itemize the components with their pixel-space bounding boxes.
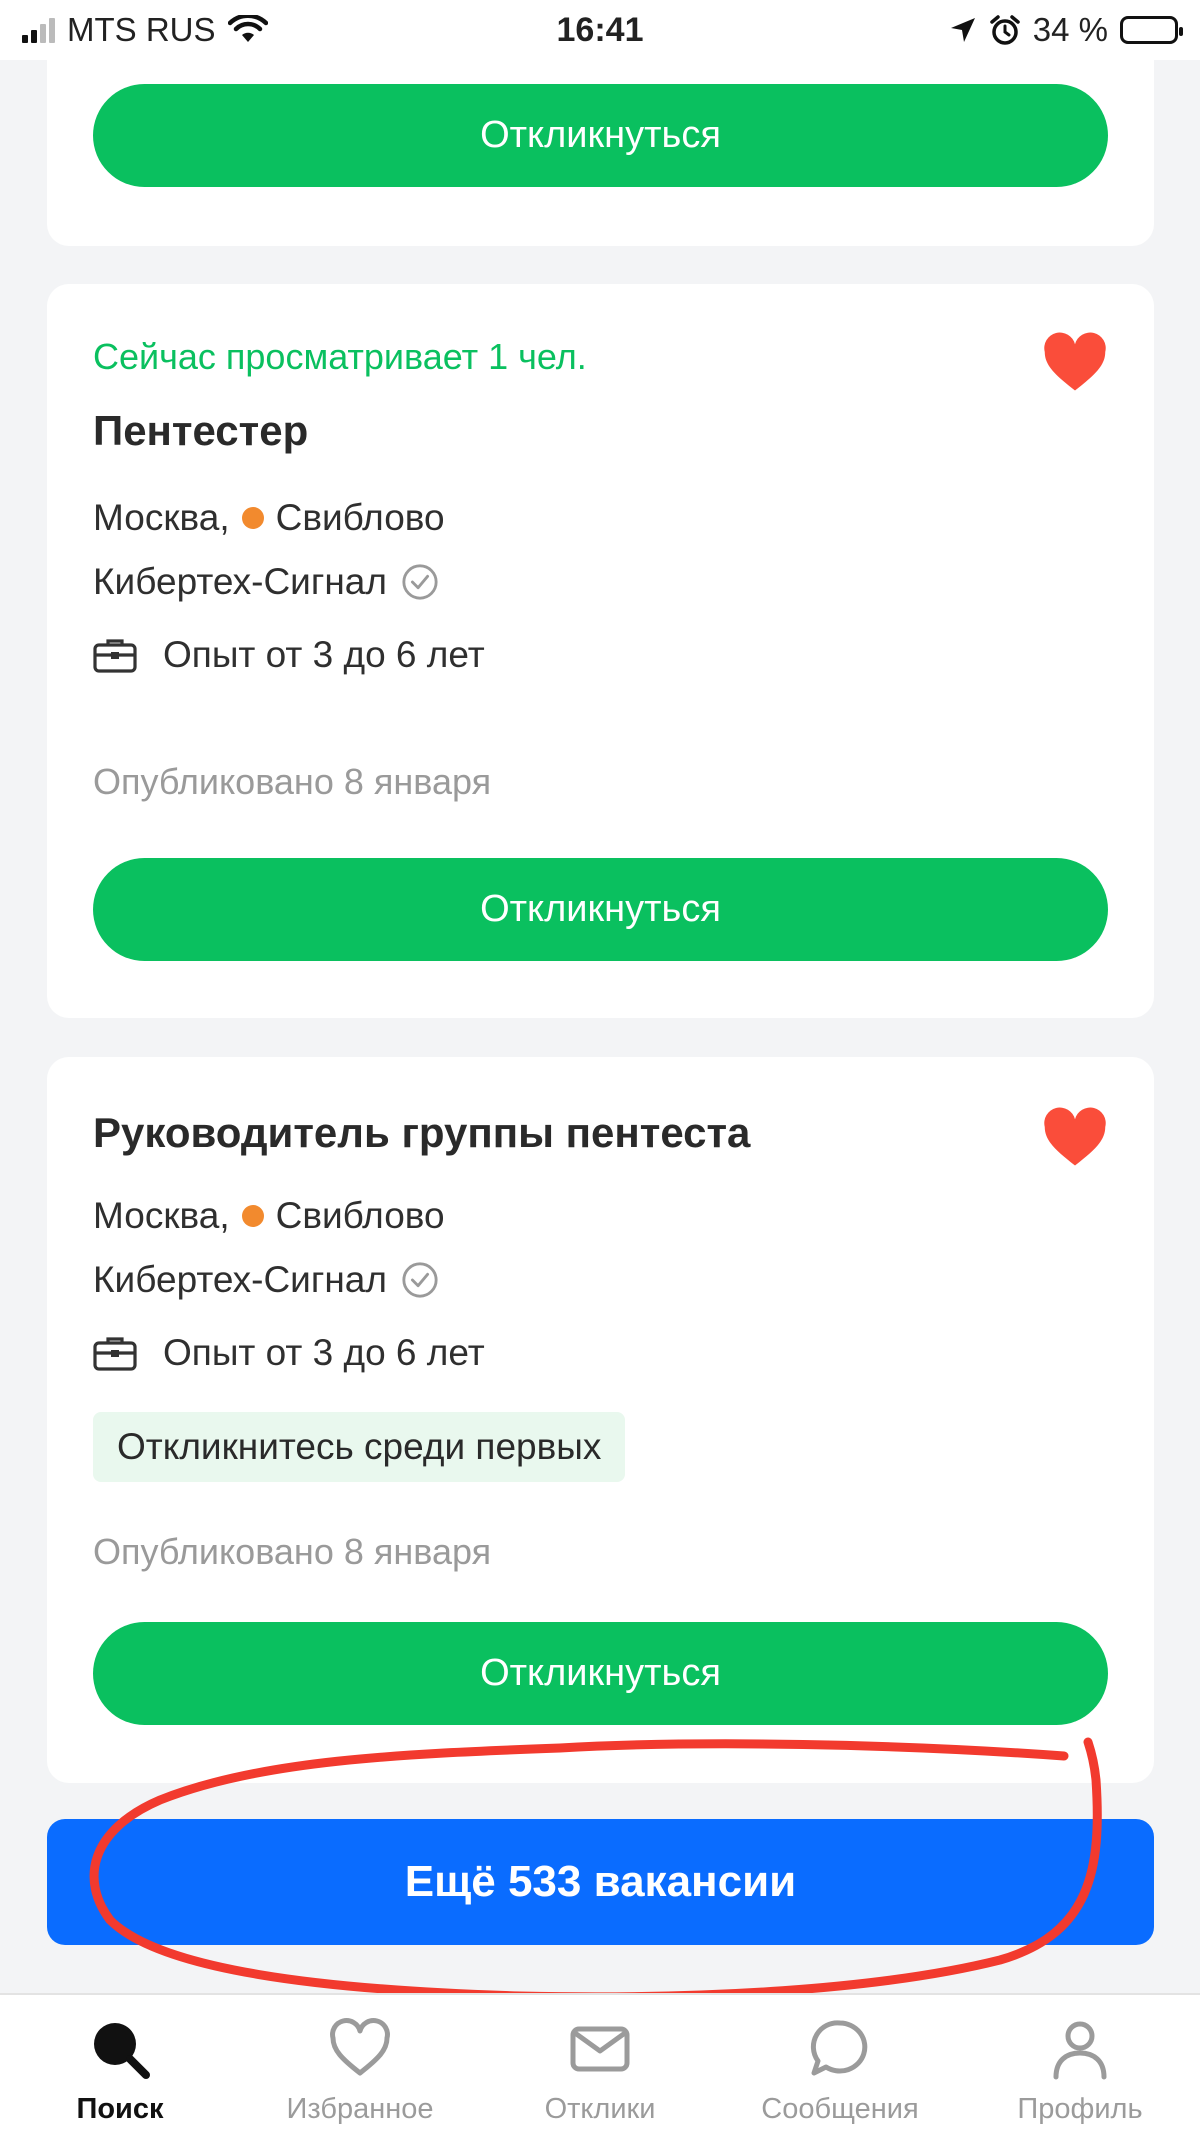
metro-station: Свиблово <box>275 497 445 538</box>
job-title[interactable]: Пентестер <box>93 407 308 455</box>
viewing-now-label: Сейчас просматривает 1 чел. <box>93 336 587 377</box>
favorite-heart-icon[interactable] <box>1042 1107 1108 1169</box>
metro-station: Свиблово <box>275 1195 445 1236</box>
tab-label: Поиск <box>76 2093 164 2125</box>
search-icon <box>94 2023 150 2079</box>
vacancy-card[interactable]: Сейчас просматривает 1 чел. Пентестер Мо… <box>47 284 1154 1018</box>
cellular-signal-icon <box>22 17 55 43</box>
experience-text: Опыт от 3 до 6 лет <box>163 634 485 675</box>
carrier-name: MTS RUS <box>67 11 216 48</box>
briefcase-icon <box>93 639 137 673</box>
bottom-tab-bar: Поиск Избранное Отклики Сообщения Профил… <box>0 1993 1200 2133</box>
tab-label: Сообщения <box>761 2093 919 2125</box>
location-line: Москва, Свиблово <box>93 1195 445 1237</box>
tab-label: Отклики <box>544 2093 656 2125</box>
city: Москва, <box>93 1195 230 1236</box>
location-arrow-icon <box>950 18 975 42</box>
experience-text: Опыт от 3 до 6 лет <box>163 1332 485 1373</box>
status-right: 34 % <box>949 11 1183 49</box>
metro-line-dot-icon <box>241 507 264 529</box>
tab-profile[interactable]: Профиль <box>970 1995 1190 2133</box>
tab-label: Избранное <box>286 2093 434 2125</box>
tab-responses[interactable]: Отклики <box>490 1995 710 2133</box>
published-date: Опубликовано 8 января <box>93 761 492 802</box>
vacancy-card[interactable]: Руководитель группы пентеста Москва, Сви… <box>47 1057 1154 1783</box>
tab-search[interactable]: Поиск <box>10 1995 230 2133</box>
status-left: MTS RUS <box>22 11 268 49</box>
published-date: Опубликовано 8 января <box>93 1531 492 1572</box>
briefcase-icon <box>93 1337 137 1371</box>
tab-favorites[interactable]: Избранное <box>250 1995 470 2133</box>
more-vacancies-button[interactable]: Ещё 533 вакансии <box>47 1819 1154 1945</box>
respond-button[interactable]: Откликнуться <box>93 858 1108 961</box>
envelope-icon <box>570 2026 630 2072</box>
verified-check-icon <box>402 1262 438 1298</box>
company-line: Кибертех-Сигнал <box>93 1259 439 1301</box>
heart-outline-icon <box>330 2018 390 2076</box>
metro-line-dot-icon <box>241 1205 264 1227</box>
company-line: Кибертех-Сигнал <box>93 561 439 603</box>
wifi-icon <box>227 15 268 42</box>
alarm-icon <box>990 15 1020 45</box>
experience-line: Опыт от 3 до 6 лет <box>93 634 485 676</box>
favorite-heart-icon[interactable] <box>1042 332 1108 394</box>
company-name[interactable]: Кибертех-Сигнал <box>93 561 387 603</box>
battery-percent: 34 % <box>1032 11 1108 48</box>
status-bar: MTS RUS 16:41 34 % <box>0 0 1200 60</box>
chat-bubble-icon <box>810 2020 868 2076</box>
tab-label: Профиль <box>1017 2093 1143 2125</box>
verified-check-icon <box>402 564 438 600</box>
company-name[interactable]: Кибертех-Сигнал <box>93 1259 387 1301</box>
experience-line: Опыт от 3 до 6 лет <box>93 1332 485 1374</box>
battery-icon <box>1120 16 1183 44</box>
location-line: Москва, Свиблово <box>93 497 445 539</box>
person-icon <box>1053 2021 1107 2080</box>
job-title[interactable]: Руководитель группы пентеста <box>93 1109 750 1157</box>
city: Москва, <box>93 497 230 538</box>
tab-messages[interactable]: Сообщения <box>730 1995 950 2133</box>
early-applicant-badge: Откликнитесь среди первых <box>93 1412 626 1482</box>
respond-button[interactable]: Откликнуться <box>93 84 1108 187</box>
respond-button[interactable]: Откликнуться <box>93 1622 1108 1725</box>
